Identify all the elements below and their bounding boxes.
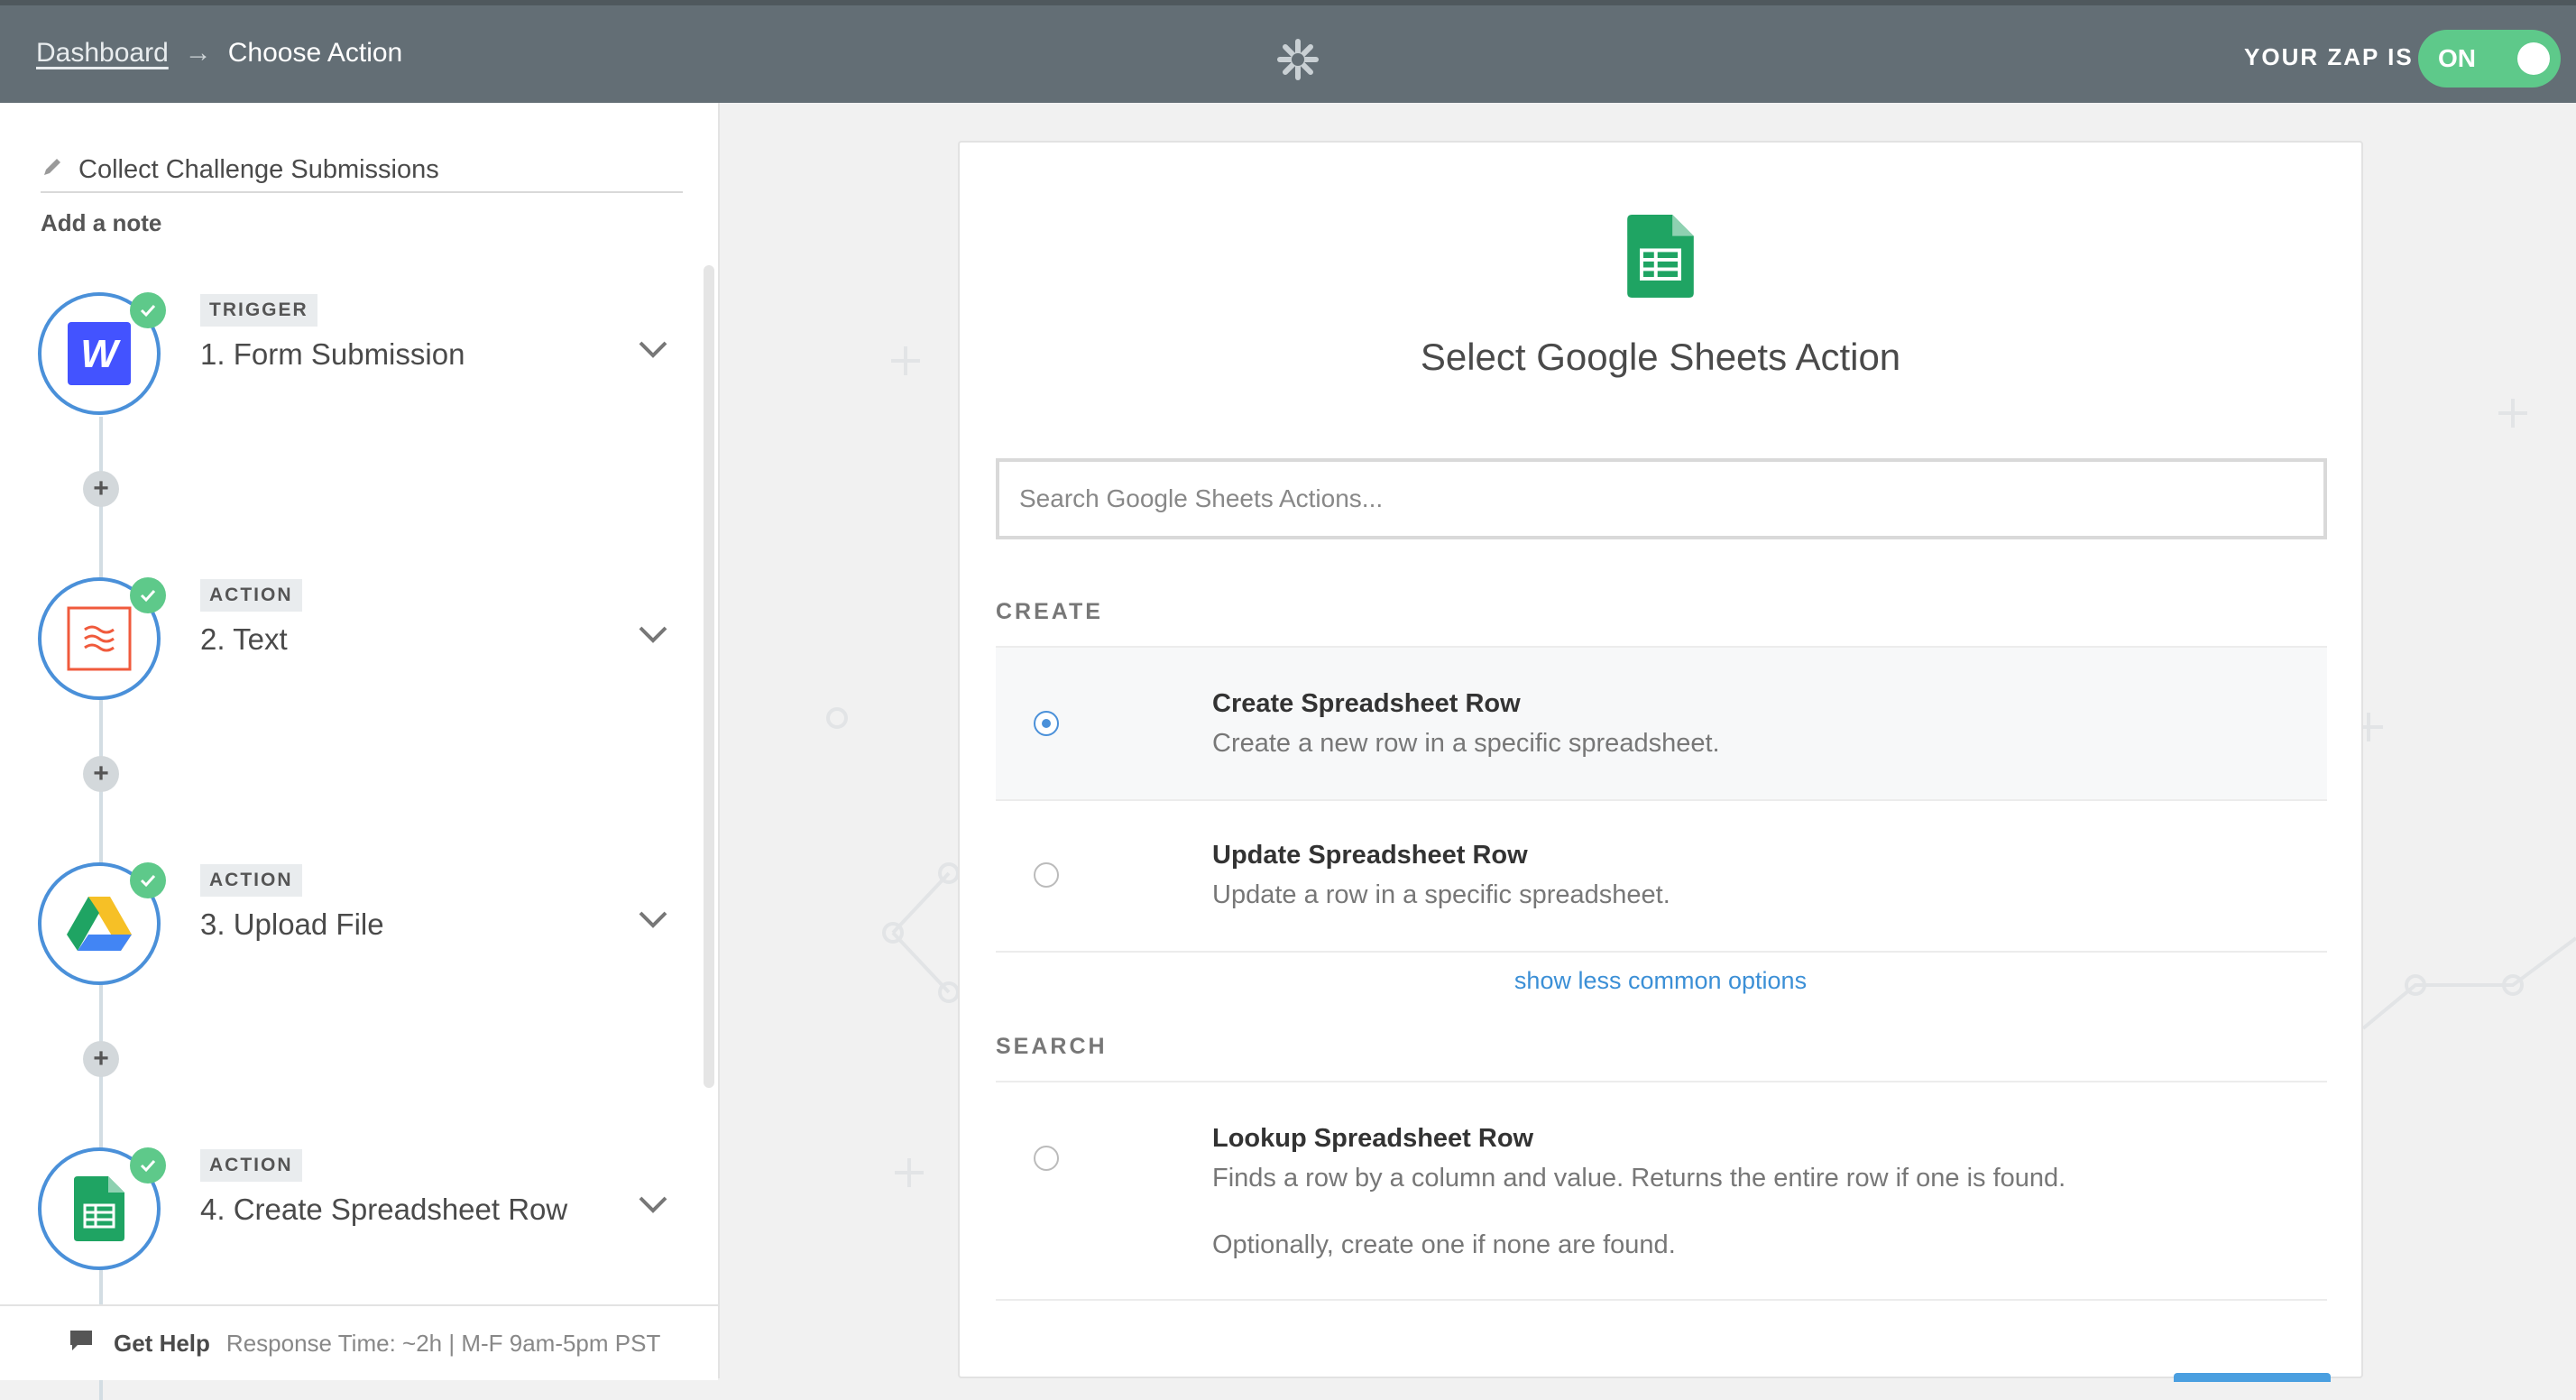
radio-selected[interactable] xyxy=(1034,711,1059,736)
google-drive-icon xyxy=(67,897,132,951)
show-less-options-link[interactable]: show less common options xyxy=(960,967,2361,995)
page-title: Select Google Sheets Action xyxy=(1420,336,1901,378)
google-sheets-icon xyxy=(74,1176,124,1241)
option-title: Lookup Spreadsheet Row xyxy=(1212,1124,1534,1153)
continue-button[interactable] xyxy=(2174,1373,2331,1382)
breadcrumb-dashboard-link[interactable]: Dashboard xyxy=(36,38,169,69)
toggle-knob xyxy=(2517,42,2550,75)
step-type-tag: ACTION xyxy=(200,864,302,897)
google-sheets-icon xyxy=(1627,215,1694,302)
divider xyxy=(996,951,2327,953)
create-section-label: CREATE xyxy=(996,599,1103,624)
add-step-button[interactable]: + xyxy=(83,471,119,507)
step-title[interactable]: 2. Text xyxy=(200,622,288,657)
step-title[interactable]: 4. Create Spreadsheet Row xyxy=(200,1193,567,1227)
add-note-link[interactable]: Add a note xyxy=(41,209,161,237)
step-title[interactable]: 3. Upload File xyxy=(200,907,384,942)
option-description-secondary: Optionally, create one if none are found… xyxy=(1212,1230,1676,1259)
zap-status-label: YOUR ZAP IS xyxy=(2244,43,2414,70)
step-2-text[interactable]: ACTION 2. Text xyxy=(0,577,704,713)
check-icon xyxy=(130,862,166,898)
chevron-down-icon[interactable] xyxy=(637,624,669,650)
svg-text:W: W xyxy=(80,332,121,376)
check-icon xyxy=(130,577,166,613)
webflow-icon: W xyxy=(68,322,131,385)
formatter-icon xyxy=(67,606,132,671)
breadcrumb: Dashboard → Choose Action xyxy=(36,38,402,69)
get-help-bar[interactable]: Get Help Response Time: ~2h | M-F 9am-5p… xyxy=(0,1304,718,1380)
check-icon xyxy=(130,292,166,328)
option-update-spreadsheet-row[interactable]: Update Spreadsheet Row Update a row in a… xyxy=(996,801,2327,951)
top-bar: Dashboard → Choose Action YOUR ZAP IS ON xyxy=(0,0,2576,103)
breadcrumb-current: Choose Action xyxy=(227,38,403,68)
option-create-spreadsheet-row[interactable]: Create Spreadsheet Row Create a new row … xyxy=(996,648,2327,799)
step-3-upload-file[interactable]: ACTION 3. Upload File xyxy=(0,862,704,998)
option-description: Update a row in a specific spreadsheet. xyxy=(1212,880,1670,909)
option-lookup-spreadsheet-row[interactable]: Lookup Spreadsheet Row Finds a row by a … xyxy=(996,1082,2327,1299)
add-step-button[interactable]: + xyxy=(83,756,119,792)
step-1-form-submission[interactable]: W TRIGGER 1. Form Submission xyxy=(0,292,704,428)
option-description: Finds a row by a column and value. Retur… xyxy=(1212,1164,2066,1193)
add-step-button[interactable]: + xyxy=(83,1041,119,1077)
get-help-label[interactable]: Get Help xyxy=(114,1330,210,1358)
option-title: Update Spreadsheet Row xyxy=(1212,841,1528,870)
option-title: Create Spreadsheet Row xyxy=(1212,689,1521,718)
check-icon xyxy=(130,1147,166,1184)
radio-unselected[interactable] xyxy=(1034,862,1059,888)
chat-bubble-icon xyxy=(69,1329,94,1359)
step-4-create-spreadsheet-row[interactable]: ACTION 4. Create Spreadsheet Row xyxy=(0,1147,704,1283)
response-time-text: Response Time: ~2h | M-F 9am-5pm PST xyxy=(225,1329,661,1357)
step-type-tag: ACTION xyxy=(200,579,302,612)
option-description: Create a new row in a specific spreadshe… xyxy=(1212,729,1720,758)
pencil-icon xyxy=(41,155,71,186)
zap-on-toggle[interactable]: ON xyxy=(2418,30,2561,88)
breadcrumb-arrow: → xyxy=(184,38,212,68)
chevron-down-icon[interactable] xyxy=(637,909,669,935)
step-title[interactable]: 1. Form Submission xyxy=(200,337,465,372)
action-selection-card: Select Google Sheets Action CREATE Creat… xyxy=(958,141,2363,1382)
toggle-label: ON xyxy=(2438,44,2476,72)
chevron-down-icon[interactable] xyxy=(637,1194,669,1220)
divider xyxy=(996,1299,2327,1301)
zap-name-text: Collect Challenge Submissions xyxy=(78,155,439,184)
sidebar-scrollbar[interactable] xyxy=(704,265,714,1088)
chevron-down-icon[interactable] xyxy=(637,339,669,365)
zap-name-field[interactable]: Collect Challenge Submissions xyxy=(41,155,683,193)
sidebar: Collect Challenge Submissions Add a note… xyxy=(0,103,720,1400)
radio-unselected[interactable] xyxy=(1034,1146,1059,1171)
step-type-tag: ACTION xyxy=(200,1149,302,1182)
search-section-label: SEARCH xyxy=(996,1034,1108,1059)
zapier-asterisk-icon[interactable] xyxy=(1276,38,1320,86)
search-actions-input[interactable] xyxy=(996,458,2327,539)
step-type-tag: TRIGGER xyxy=(200,294,317,327)
